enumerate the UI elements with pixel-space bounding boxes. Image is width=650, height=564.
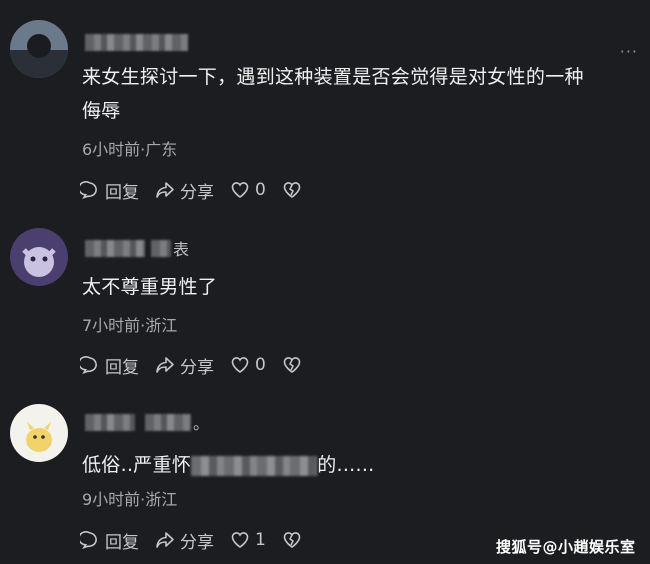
comment-text: 来女生探讨一下，遇到这种装置是否会觉得是对女性的一种 侮辱 [82, 66, 584, 122]
like-button[interactable]: 0 [230, 180, 266, 200]
dislike-button[interactable] [282, 530, 307, 550]
heart-icon [231, 182, 249, 198]
avatar[interactable] [10, 404, 68, 462]
comment-time-location: 9小时前·浙江 [82, 490, 178, 509]
dislike-button[interactable] [282, 355, 307, 375]
reply-button[interactable]: 回复 [80, 353, 139, 378]
comment-time-location: 7小时前·浙江 [82, 316, 178, 335]
share-button[interactable]: 分享 [155, 353, 214, 378]
broken-heart-icon [283, 357, 301, 373]
reply-button[interactable]: 回复 [80, 528, 139, 553]
action-bar: 回复 分享 0 [80, 178, 323, 203]
avatar[interactable] [10, 20, 68, 78]
like-count: 1 [255, 530, 266, 550]
share-arrow-icon [156, 532, 174, 548]
comment-icon [80, 181, 97, 199]
heart-icon [231, 357, 249, 373]
username[interactable]: 表 [85, 238, 189, 259]
like-button[interactable]: 0 [230, 355, 266, 375]
username[interactable] [85, 32, 188, 52]
redacted-text [191, 455, 318, 476]
comment-text: 低俗..严重怀 的...... [82, 454, 375, 476]
share-arrow-icon [156, 357, 174, 373]
comment-time-location: 6小时前·广东 [82, 140, 178, 159]
dislike-button[interactable] [282, 180, 307, 200]
avatar[interactable] [10, 228, 68, 286]
share-arrow-icon [156, 182, 174, 198]
share-button[interactable]: 分享 [155, 528, 214, 553]
like-count: 0 [255, 355, 266, 375]
more-dots-icon[interactable]: ··· [620, 42, 638, 61]
username[interactable]: 。 [85, 412, 209, 433]
like-count: 0 [255, 180, 266, 200]
broken-heart-icon [283, 532, 301, 548]
watermark: 搜狐号@小趙娱乐室 [496, 538, 636, 556]
broken-heart-icon [283, 182, 301, 198]
share-button[interactable]: 分享 [155, 178, 214, 203]
comment-icon [80, 531, 97, 549]
action-bar: 回复 分享 1 [80, 528, 323, 553]
action-bar: 回复 分享 0 [80, 353, 323, 378]
heart-icon [231, 532, 249, 548]
comment-icon [80, 356, 97, 374]
like-button[interactable]: 1 [230, 530, 266, 550]
comment-text: 太不尊重男性了 [82, 276, 218, 298]
reply-button[interactable]: 回复 [80, 178, 139, 203]
